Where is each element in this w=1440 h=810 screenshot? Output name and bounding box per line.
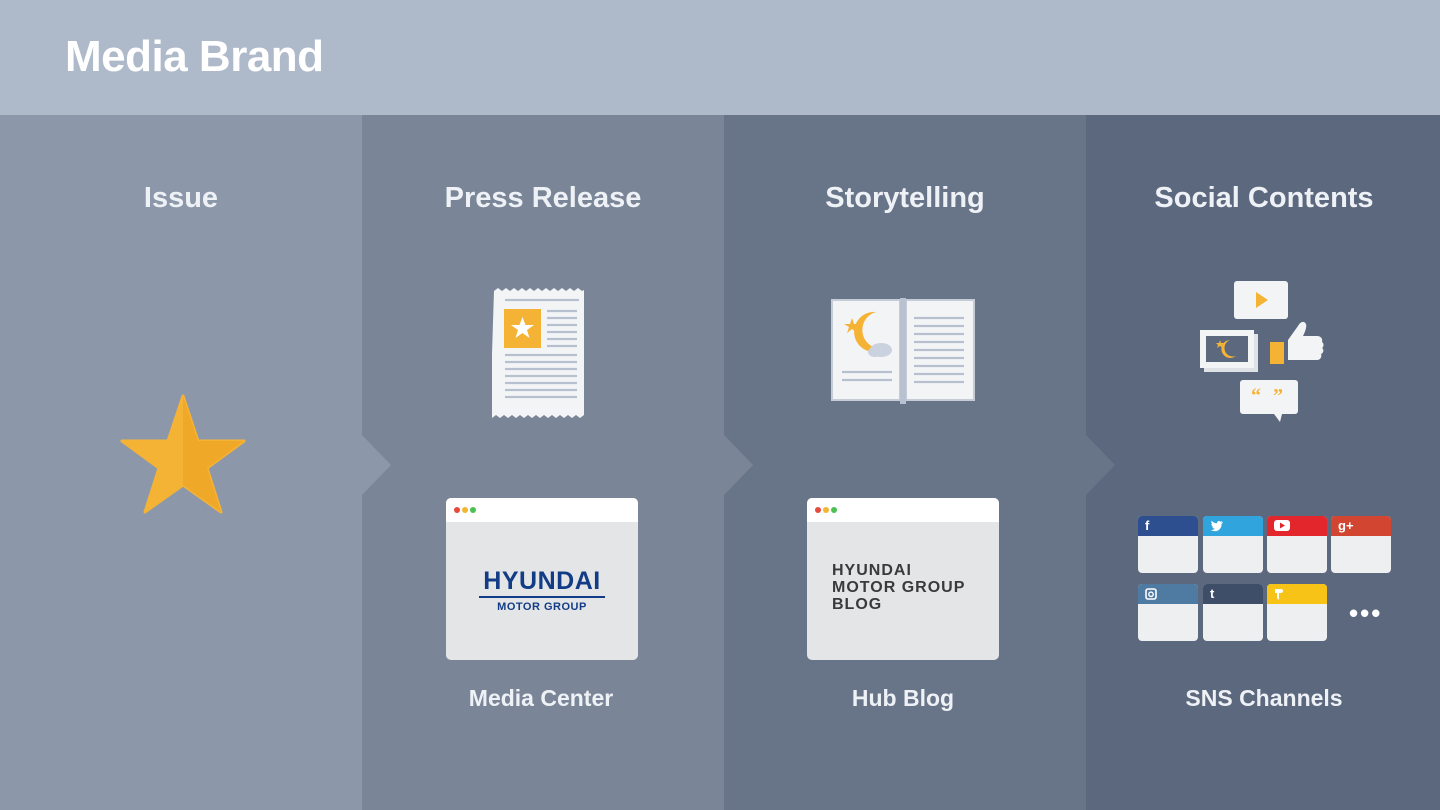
hyundai-motor-group-blog-logo: HYUNDAI MOTOR GROUP BLOG	[832, 562, 966, 613]
hub-blog-window[interactable]: HYUNDAI MOTOR GROUP BLOG	[807, 498, 999, 660]
flow-arrow-2	[724, 435, 753, 495]
kakao-story-icon	[1267, 584, 1327, 604]
column-title-issue: Issue	[143, 182, 219, 214]
google-plus-tile[interactable]: g+	[1331, 516, 1391, 573]
maximize-dot-icon	[831, 507, 837, 513]
close-dot-icon	[815, 507, 821, 513]
close-dot-icon	[454, 507, 460, 513]
tumblr-icon: t	[1203, 584, 1263, 604]
minimize-dot-icon	[462, 507, 468, 513]
instagram-tile[interactable]	[1138, 584, 1198, 641]
page-title: Media Brand	[65, 32, 324, 81]
minimize-dot-icon	[823, 507, 829, 513]
social-contents-icon: “ ”	[1200, 281, 1324, 422]
svg-text:“: “	[1251, 385, 1261, 407]
caption-sns-channels: SNS Channels	[1185, 685, 1343, 711]
facebook-icon: f	[1138, 516, 1198, 536]
open-book-icon	[831, 298, 975, 404]
star-icon	[120, 394, 246, 514]
twitter-tile[interactable]	[1203, 516, 1263, 573]
caption-hub-blog: Hub Blog	[851, 685, 955, 711]
instagram-icon	[1138, 584, 1198, 604]
column-title-press-release: Press Release	[444, 182, 642, 214]
hyundai-motor-group-logo: HYUNDAI MOTOR GROUP	[446, 568, 638, 613]
kakao-story-tile[interactable]	[1267, 584, 1327, 641]
more-channels-icon[interactable]: •••	[1349, 598, 1382, 629]
tumblr-tile[interactable]: t	[1203, 584, 1263, 641]
caption-media-center: Media Center	[468, 685, 614, 711]
maximize-dot-icon	[470, 507, 476, 513]
browser-title-bar	[446, 498, 638, 522]
press-release-icon	[492, 288, 584, 418]
flow-arrow-1	[362, 435, 391, 495]
browser-title-bar	[807, 498, 999, 522]
twitter-icon	[1203, 516, 1263, 536]
column-title-storytelling: Storytelling	[825, 182, 985, 214]
youtube-tile[interactable]	[1267, 516, 1327, 573]
google-plus-icon: g+	[1331, 516, 1391, 536]
svg-text:”: ”	[1273, 385, 1283, 407]
flow-arrow-3	[1086, 435, 1115, 495]
media-center-window[interactable]: HYUNDAI MOTOR GROUP	[446, 498, 638, 660]
youtube-icon	[1267, 516, 1327, 536]
column-title-social-contents: Social Contents	[1154, 182, 1374, 214]
facebook-tile[interactable]: f	[1138, 516, 1198, 573]
header-bar: Media Brand	[0, 0, 1440, 115]
